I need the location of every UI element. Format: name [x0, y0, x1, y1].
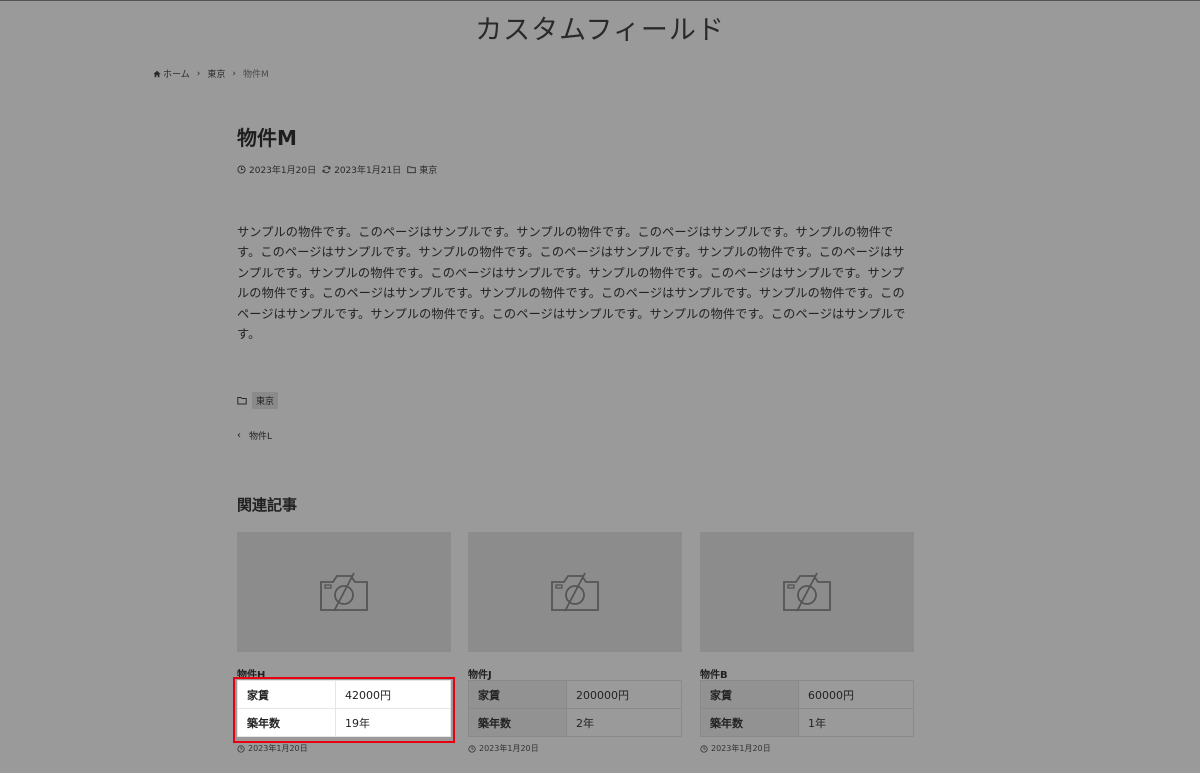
table-row: 家賃 60000円 [700, 680, 914, 709]
table-row: 築年数 19年 [237, 708, 451, 737]
category-tag[interactable]: 東京 [252, 392, 279, 409]
updated-date: 2023年1月21日 [322, 163, 401, 176]
property-spec-table: 家賃 42000円 築年数 19年 [237, 680, 451, 737]
related-card[interactable]: 物件J 家賃 200000円 築年数 2年 2023年1月20日 [468, 532, 682, 754]
property-spec-table: 家賃 200000円 築年数 2年 [468, 680, 682, 737]
spec-value: 19年 [335, 708, 451, 737]
spec-key: 築年数 [468, 708, 567, 737]
camera-off-icon [551, 572, 599, 612]
post-body: サンプルの物件です。このページはサンプルです。サンプルの物件です。このページはサ… [237, 225, 906, 342]
post-meta: 2023年1月20日 2023年1月21日 東京 [237, 163, 443, 176]
spec-value: 200000円 [566, 680, 682, 709]
related-card[interactable]: 物件H 家賃 42000円 築年数 19年 2023年1月20日 [237, 532, 451, 754]
spec-key: 家賃 [700, 680, 799, 709]
table-row: 築年数 2年 [468, 708, 682, 737]
spec-value: 60000円 [798, 680, 914, 709]
folder-icon [407, 166, 416, 174]
card-thumbnail[interactable] [468, 532, 682, 652]
breadcrumb-current: 物件M [242, 70, 269, 80]
post-category[interactable]: 東京 [407, 163, 437, 176]
top-border [0, 0, 1200, 1]
published-date: 2023年1月20日 [237, 163, 316, 176]
card-title[interactable]: 物件B [700, 666, 914, 681]
site-title[interactable]: カスタムフィールド [0, 8, 1200, 47]
clock-icon [700, 744, 708, 753]
prev-post-link[interactable]: ‹ 物件L [237, 429, 272, 442]
spec-key: 家賃 [237, 680, 336, 709]
card-title[interactable]: 物件J [468, 666, 682, 681]
clock-icon [237, 744, 245, 753]
related-card[interactable]: 物件B 家賃 60000円 築年数 1年 2023年1月20日 [700, 532, 914, 754]
spec-key: 築年数 [237, 708, 336, 737]
property-spec-table: 家賃 60000円 築年数 1年 [700, 680, 914, 737]
breadcrumb-category[interactable]: 東京 [207, 67, 225, 80]
folder-icon [237, 397, 247, 405]
card-date: 2023年1月20日 [237, 743, 451, 754]
spec-key: 家賃 [468, 680, 567, 709]
spec-value: 42000円 [335, 680, 451, 709]
refresh-icon [322, 165, 331, 174]
card-thumbnail[interactable] [700, 532, 914, 652]
table-row: 築年数 1年 [700, 708, 914, 737]
prev-post-title: 物件L [249, 432, 273, 442]
related-heading: 関連記事 [237, 496, 298, 514]
breadcrumb-separator: › [232, 68, 236, 79]
spec-key: 築年数 [700, 708, 799, 737]
page-title: 物件M [237, 126, 297, 150]
category-tags: 東京 [237, 392, 279, 409]
breadcrumb-separator: › [196, 68, 201, 79]
clock-icon [237, 165, 246, 174]
clock-icon [468, 744, 476, 753]
card-date: 2023年1月20日 [700, 743, 914, 754]
chevron-left-icon: ‹ [237, 430, 241, 441]
table-row: 家賃 42000円 [237, 680, 451, 709]
camera-off-icon [320, 572, 368, 612]
home-icon [153, 70, 161, 77]
camera-off-icon [783, 572, 831, 612]
spec-value: 2年 [566, 708, 682, 737]
breadcrumb: ホーム › 東京 › 物件M [153, 67, 269, 80]
table-row: 家賃 200000円 [468, 680, 682, 709]
card-date: 2023年1月20日 [468, 743, 682, 754]
card-thumbnail[interactable] [237, 532, 451, 652]
breadcrumb-home[interactable]: ホーム [163, 67, 190, 80]
spec-value: 1年 [798, 708, 914, 737]
card-title[interactable]: 物件H [237, 666, 451, 681]
